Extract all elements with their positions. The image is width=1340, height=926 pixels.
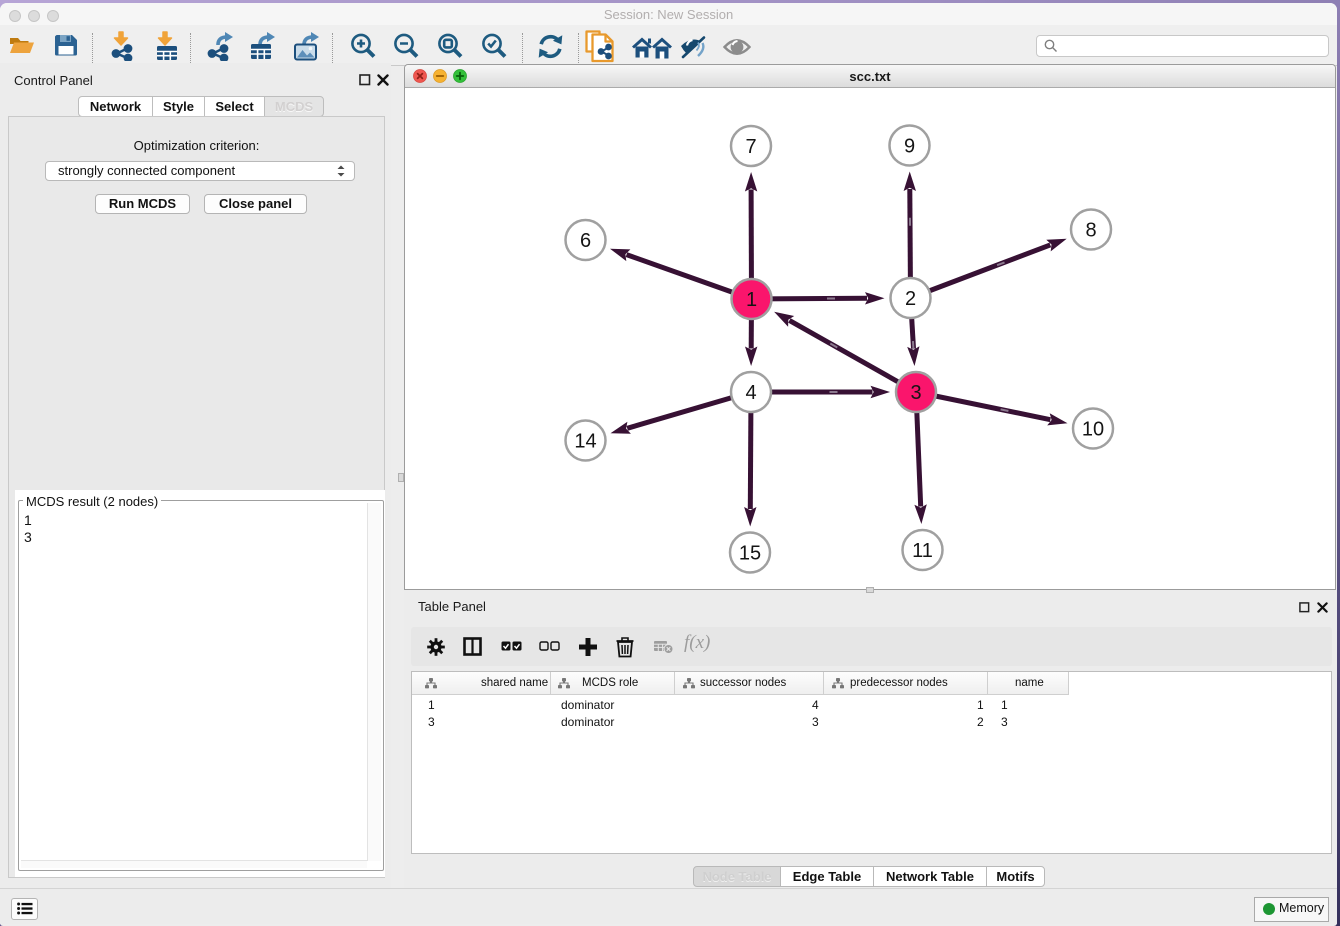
svg-text:15: 15	[739, 543, 761, 565]
svg-text:3: 3	[910, 382, 921, 404]
svg-text:14: 14	[574, 431, 596, 453]
svg-text:1: 1	[746, 289, 757, 311]
svg-text:7: 7	[745, 136, 756, 158]
svg-text:2: 2	[905, 288, 916, 310]
svg-text:10: 10	[1082, 419, 1104, 441]
svg-text:11: 11	[912, 540, 933, 562]
svg-text:9: 9	[904, 136, 915, 158]
svg-text:4: 4	[745, 382, 756, 404]
svg-text:8: 8	[1085, 220, 1096, 242]
svg-text:6: 6	[580, 230, 591, 252]
